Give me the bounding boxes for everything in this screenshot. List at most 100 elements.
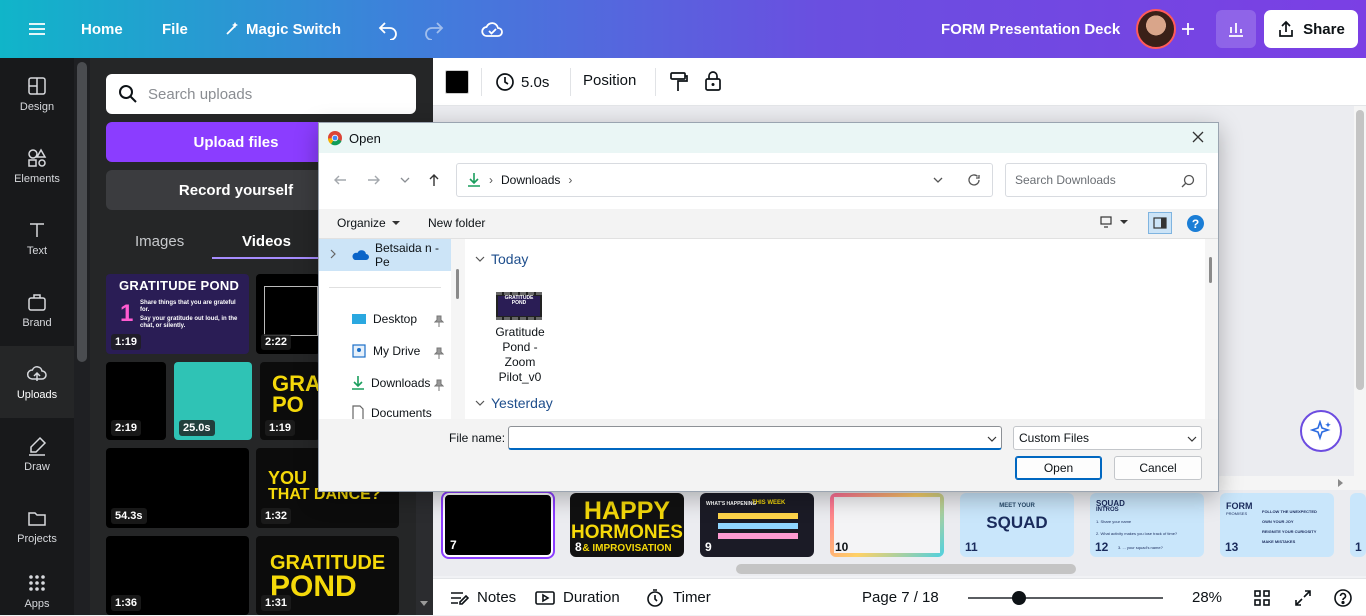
nav-item-my-drive[interactable]: My Drive [351,340,420,362]
video-duration: 1:19 [265,420,296,436]
video-thumb[interactable]: 54.3s [106,448,249,528]
file-type-select[interactable]: Custom Files [1013,426,1202,450]
file-menu[interactable]: File [162,0,188,58]
scroll-thumb[interactable] [1209,257,1212,283]
rail-apps[interactable]: Apps [0,562,74,615]
redo-icon[interactable] [423,0,445,58]
preview-pane-toggle[interactable] [1148,212,1172,234]
avatar[interactable] [1136,9,1176,49]
rail-text[interactable]: Text [0,202,74,274]
new-folder-button[interactable]: New folder [428,216,485,230]
scroll-right-arrow-icon[interactable] [1338,479,1343,487]
page-thumb[interactable]: 1 [1350,493,1366,557]
zoom-value[interactable]: 28% [1192,579,1222,616]
up-arrow-icon[interactable] [427,173,441,187]
expand-chevron-icon[interactable] [329,249,337,259]
chevron-down-icon[interactable] [987,435,997,443]
help-icon[interactable]: ? [1187,215,1204,232]
video-thumb[interactable]: 2:19 [106,362,166,440]
cancel-button[interactable]: Cancel [1114,456,1202,480]
file-item[interactable]: GRATITUDE POND Gratitude Pond - Zoom Pil… [485,289,555,389]
recent-locations-chevron-icon[interactable] [399,175,411,185]
nav-item-onedrive[interactable]: Betsaida n - Pe [351,241,457,269]
nav-item-desktop[interactable]: Desktop [351,308,417,330]
breadcrumb-downloads[interactable]: Downloads [501,173,560,187]
search-uploads-field[interactable]: Search uploads [106,74,416,114]
menu-icon[interactable] [26,0,48,58]
duration-button[interactable]: 5.0s [495,70,549,94]
document-title[interactable]: FORM Presentation Deck [941,0,1120,58]
share-button[interactable]: Share [1264,10,1358,48]
page-thumb[interactable]: MEET YOUR SQUAD 11 [960,493,1074,557]
insights-button[interactable] [1216,10,1256,48]
slide-text: HAPPY [583,497,671,525]
video-thumb[interactable]: 25.0s [174,362,252,440]
view-options-button[interactable] [1099,215,1129,229]
page-thumb[interactable]: 10 [830,493,944,557]
zoom-slider-handle[interactable] [1012,591,1027,605]
chevron-down-icon [475,256,485,262]
group-header-today[interactable]: Today [475,251,528,267]
scroll-thumb[interactable] [1356,110,1364,390]
home-button[interactable]: Home [81,0,123,58]
duration-toggle[interactable]: Duration [535,579,620,616]
position-button[interactable]: Position [583,72,636,89]
rail-projects[interactable]: Projects [0,490,74,562]
scroll-down-arrow-icon[interactable] [420,601,428,606]
rail-design[interactable]: Design [0,58,74,130]
nav-scrollbar[interactable] [451,239,465,419]
video-thumb[interactable]: GRAT PO 1:19 [260,362,320,440]
fullscreen-icon[interactable] [1294,579,1312,616]
file-list-scrollbar[interactable] [1205,239,1218,419]
open-button[interactable]: Open [1015,456,1102,480]
lock-icon[interactable] [703,70,723,92]
page-thumb[interactable]: SQUAD INTROS 1. Share your name 2. What … [1090,493,1204,557]
page-number: 1 [1355,540,1362,554]
group-header-yesterday[interactable]: Yesterday [475,395,553,411]
undo-icon[interactable] [377,0,399,58]
video-thumb[interactable]: GRATITUDE POND 1 Share things that you a… [106,274,249,354]
canvas-vertical-scrollbar[interactable] [1354,106,1366,476]
help-icon[interactable] [1333,579,1353,616]
organize-menu[interactable]: Organize [337,216,401,230]
nav-item-downloads[interactable]: Downloads [351,372,430,394]
search-downloads-field[interactable]: Search Downloads [1005,163,1207,197]
back-arrow-icon[interactable] [333,173,347,187]
filmstrip-scrollbar[interactable] [433,560,1366,576]
scroll-thumb[interactable] [736,564,1076,574]
page-thumb[interactable]: HAPPY HORMONES & IMPROVISATION 8 [570,493,684,557]
rail-elements[interactable]: Elements [0,130,74,202]
video-thumb[interactable]: 2:22 [256,274,320,354]
add-collaborator-icon[interactable] [1179,0,1197,58]
grid-view-icon[interactable] [1253,579,1271,616]
address-dropdown-icon[interactable] [932,175,944,185]
tab-images[interactable]: Images [135,224,184,258]
video-thumb[interactable]: 1:36 [106,536,249,615]
rail-draw[interactable]: Draw [0,418,74,490]
close-icon[interactable] [1191,130,1205,144]
video-duration: 1:32 [261,508,292,524]
address-bar[interactable]: › Downloads › [456,163,993,197]
nav-item-documents[interactable]: Documents [351,402,432,419]
rail-uploads[interactable]: Uploads [0,346,74,418]
paint-roller-icon[interactable] [669,71,689,93]
rail-scroll-thumb[interactable] [77,62,87,362]
tab-videos[interactable]: Videos [242,224,291,258]
timer-button[interactable]: Timer [645,579,711,616]
cloud-saved-icon[interactable] [480,0,504,58]
rail-brand[interactable]: Brand [0,274,74,346]
magic-switch-button[interactable]: Magic Switch [224,0,341,58]
refresh-icon[interactable] [967,173,981,187]
zoom-slider[interactable] [968,597,1163,599]
scroll-thumb[interactable] [456,269,459,299]
page-thumb[interactable]: WHAT'S HAPPENING THIS WEEK 9 [700,493,814,557]
video-thumb[interactable]: GRATITUDE POND 1:31 [256,536,399,615]
page-thumb[interactable]: FORM PROMISES FOLLOW THE UNEXPECTED OWN … [1220,493,1334,557]
forward-arrow-icon[interactable] [367,173,381,187]
color-swatch[interactable] [445,70,469,94]
file-name-input[interactable] [508,426,1002,450]
magic-assistant-button[interactable] [1300,410,1342,452]
notes-button[interactable]: Notes [449,579,516,616]
page-indicator[interactable]: Page 7 / 18 [862,579,939,616]
page-thumb[interactable]: 7 [441,491,555,559]
